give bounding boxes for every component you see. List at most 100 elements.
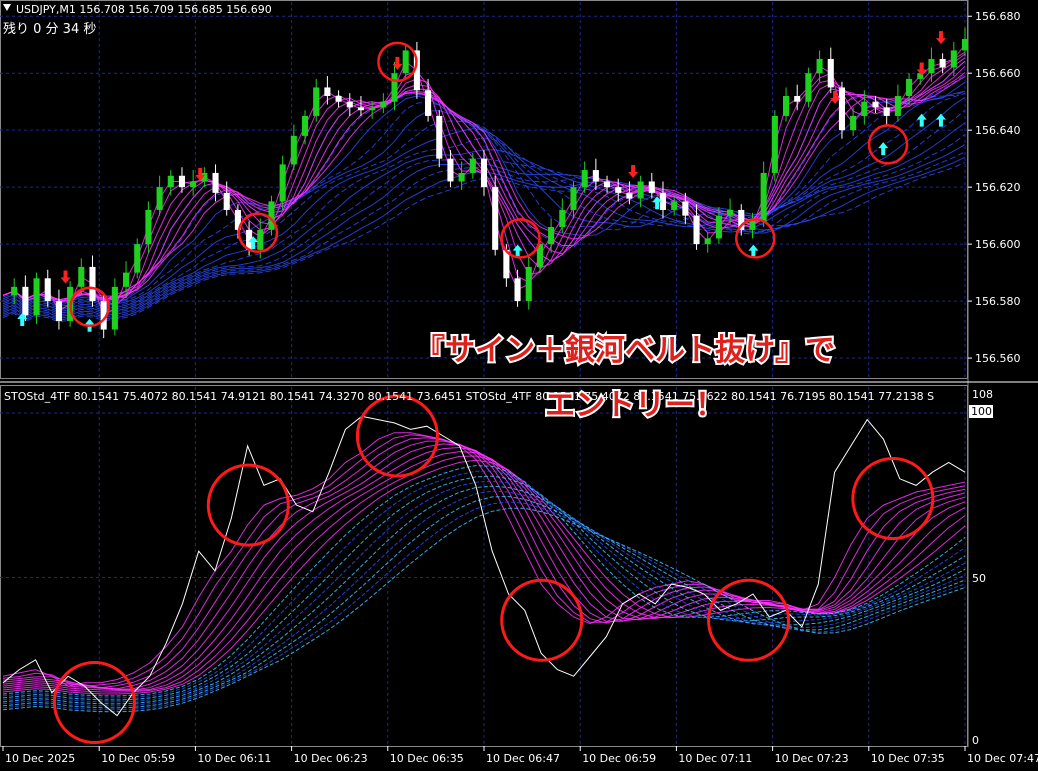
time-label: 10 Dec 06:23 bbox=[294, 752, 368, 765]
candle-body bbox=[805, 73, 812, 102]
candle-body bbox=[559, 209, 566, 228]
candle-body bbox=[626, 192, 633, 199]
candle-body bbox=[123, 272, 130, 287]
candle-body bbox=[268, 201, 275, 230]
price-label: 156.660 bbox=[975, 67, 1021, 80]
candle-body bbox=[44, 278, 51, 302]
price-label: 156.600 bbox=[975, 238, 1021, 251]
time-label: 10 Dec 06:35 bbox=[390, 752, 464, 765]
price-label: 156.640 bbox=[975, 124, 1021, 137]
candle-body bbox=[402, 50, 409, 74]
candle-body bbox=[290, 135, 297, 165]
candle-body bbox=[380, 101, 387, 108]
candle-body bbox=[827, 58, 834, 88]
candle-body bbox=[313, 87, 320, 116]
triangle-icon bbox=[3, 4, 11, 11]
candle-body bbox=[525, 266, 532, 302]
candle-body bbox=[928, 58, 935, 74]
candle-body bbox=[357, 107, 364, 111]
candle-body bbox=[760, 172, 767, 222]
up-arrow-icon bbox=[935, 113, 946, 127]
down-arrow-icon bbox=[935, 31, 946, 45]
price-axis-labels: 156.680 156.660 156.640 156.620 156.600 156.5… bbox=[968, 10, 1021, 365]
highlight-circle bbox=[867, 124, 909, 165]
candle-body bbox=[425, 90, 432, 116]
candle-body bbox=[939, 58, 946, 68]
candle-body bbox=[257, 229, 264, 250]
callout-line-1: 『サイン＋銀河ベルト抜け』で bbox=[415, 333, 835, 368]
candle-body bbox=[89, 266, 96, 302]
symbol-header: USDJPY,M1 156.708 156.709 156.685 156.69… bbox=[3, 3, 272, 16]
candle-body bbox=[581, 170, 588, 188]
candle-body bbox=[279, 164, 286, 202]
candle-body bbox=[212, 172, 219, 193]
time-label: 10 Dec 07:23 bbox=[775, 752, 849, 765]
time-axis-labels: 10 Dec 2025 10 Dec 05:59 10 Dec 06:11 10 De… bbox=[2, 746, 1038, 765]
candle-body bbox=[894, 96, 901, 116]
time-label: 10 Dec 07:35 bbox=[871, 752, 945, 765]
candle-body bbox=[369, 107, 376, 111]
candle-body bbox=[749, 221, 756, 230]
indicator-50-label: 50 bbox=[972, 572, 986, 585]
candle-body bbox=[335, 96, 342, 102]
candle-body bbox=[592, 170, 599, 182]
candle-body bbox=[190, 181, 197, 188]
price-label: 156.620 bbox=[975, 181, 1021, 194]
highlight-circle bbox=[52, 661, 136, 745]
chart-root: 156.680 156.660 156.640 156.620 156.600 156.5… bbox=[0, 0, 1038, 765]
up-arrow-icon bbox=[878, 142, 889, 156]
candle-body bbox=[514, 278, 521, 302]
candle-body bbox=[11, 286, 18, 296]
candle-body bbox=[682, 201, 689, 216]
candle-body bbox=[570, 187, 577, 210]
candle-body bbox=[458, 172, 465, 182]
highlight-circle bbox=[851, 457, 935, 541]
time-label: 10 Dec 06:59 bbox=[582, 752, 656, 765]
price-label: 156.680 bbox=[975, 10, 1021, 23]
candle-body bbox=[861, 101, 868, 116]
down-arrow-icon bbox=[60, 270, 71, 284]
grid-layer bbox=[0, 2, 967, 746]
price-label: 156.560 bbox=[975, 352, 1021, 365]
candle-body bbox=[850, 115, 857, 131]
candle-body bbox=[648, 181, 655, 193]
candle-body bbox=[794, 96, 801, 102]
candle-body bbox=[548, 227, 555, 245]
candle-body bbox=[715, 215, 722, 239]
candle-body bbox=[480, 158, 488, 188]
time-label: 10 Dec 07:11 bbox=[678, 752, 752, 765]
candle-body bbox=[134, 244, 141, 273]
highlight-circle bbox=[500, 578, 584, 662]
candle-body bbox=[469, 158, 476, 173]
candle-body bbox=[78, 266, 85, 287]
indicator-100-label: 100 bbox=[971, 405, 992, 418]
candle-body bbox=[391, 73, 398, 102]
candle-body bbox=[178, 175, 186, 188]
symbol-info: USDJPY,M1 156.708 156.709 156.685 156.69… bbox=[16, 3, 272, 16]
highlight-circle bbox=[500, 218, 541, 259]
candle-body bbox=[704, 238, 711, 245]
candle-body bbox=[436, 115, 443, 159]
time-label: 10 Dec 06:47 bbox=[486, 752, 560, 765]
candle-body bbox=[22, 286, 29, 316]
candle-body bbox=[111, 286, 118, 330]
indicator-header: STOStd_4TF 80.1541 75.4072 80.1541 74.91… bbox=[4, 390, 934, 403]
candle-body bbox=[961, 39, 969, 51]
candle-body bbox=[33, 278, 40, 316]
time-label: 10 Dec 06:11 bbox=[197, 752, 271, 765]
candle-body bbox=[693, 215, 700, 245]
callout-line-2: エントリー！ bbox=[545, 388, 725, 423]
candle-body bbox=[301, 115, 309, 136]
candle-body bbox=[771, 115, 778, 173]
candle-body bbox=[872, 101, 879, 108]
candle-body bbox=[156, 187, 163, 210]
candle-body bbox=[950, 50, 957, 68]
candle-body bbox=[782, 96, 790, 116]
candle-body bbox=[324, 87, 331, 96]
indicator-top-label: 108 bbox=[972, 388, 993, 401]
highlight-circle bbox=[707, 578, 791, 662]
candle-body bbox=[727, 209, 734, 216]
candle-body bbox=[906, 78, 913, 96]
time-label: 10 Dec 2025 bbox=[5, 752, 75, 765]
candle-body bbox=[346, 101, 353, 108]
